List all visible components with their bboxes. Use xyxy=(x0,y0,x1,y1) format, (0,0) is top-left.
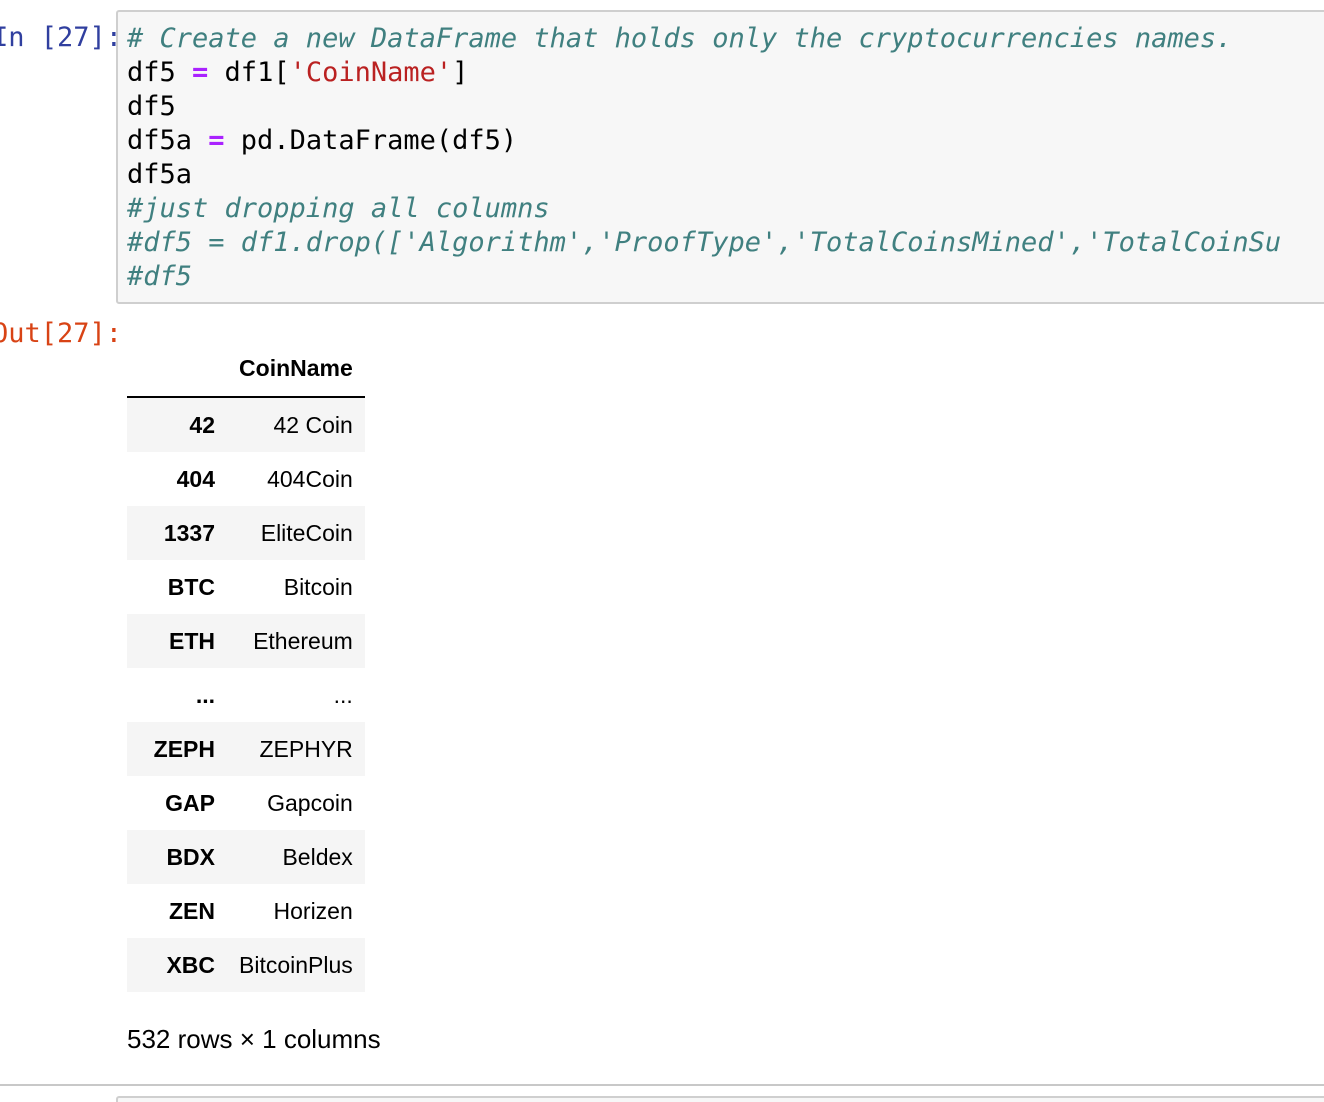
cell-coinname: Horizen xyxy=(273,897,353,924)
next-code-cell[interactable] xyxy=(116,1096,1324,1102)
table-row: 1337 EliteCoin xyxy=(127,506,365,560)
code-token: df5 xyxy=(127,57,193,88)
row-index: ETH xyxy=(169,627,215,654)
table-row: BDX Beldex xyxy=(127,830,365,884)
code-token: = xyxy=(192,57,209,88)
code-token: 'CoinName' xyxy=(289,57,453,88)
row-index: GAP xyxy=(165,789,215,816)
cell-divider xyxy=(0,1084,1324,1086)
row-index: ZEN xyxy=(169,897,215,924)
cell-coinname: EliteCoin xyxy=(260,519,353,546)
notebook-page: In [27]: # Create a new DataFrame that h… xyxy=(0,0,1324,1102)
row-index: ZEPH xyxy=(153,735,215,762)
table-row: ETH Ethereum xyxy=(127,614,365,668)
cell-coinname: Bitcoin xyxy=(283,573,353,600)
output-prompt: Out[27]: xyxy=(0,318,123,349)
code-line: df5 xyxy=(127,90,1281,124)
code-line: df5a xyxy=(127,158,1281,192)
dataframe-table: CoinName 42 42 Coin 404 404Coin 1337 EliteCoi… xyxy=(127,340,365,992)
dataframe-shape: 532 rows × 1 columns xyxy=(127,1024,381,1054)
code-token: pd.DataFrame(df5) xyxy=(224,125,518,156)
input-prompt: In [27]: xyxy=(0,22,123,53)
row-index: 42 xyxy=(189,411,215,438)
cell-coinname: ZEPHYR xyxy=(259,735,353,762)
row-index: 404 xyxy=(176,465,215,492)
code-line: df5 = df1['CoinName'] xyxy=(127,56,1281,90)
cell-coinname: Gapcoin xyxy=(267,789,353,816)
code-token: ] xyxy=(452,57,469,88)
code-token: df1[ xyxy=(208,57,290,88)
code-editor[interactable]: # Create a new DataFrame that holds only… xyxy=(127,22,1281,294)
cell-coinname: Beldex xyxy=(282,843,353,870)
row-index: BDX xyxy=(166,843,215,870)
table-row: GAP Gapcoin xyxy=(127,776,365,830)
code-token: #df5 = df1.drop(['Algorithm','ProofType'… xyxy=(127,227,1282,258)
code-token: df5a xyxy=(127,159,193,190)
column-header-coinname: CoinName xyxy=(227,340,365,398)
table-row: ...... xyxy=(127,668,365,722)
code-token: = xyxy=(208,125,225,156)
cell-coinname: BitcoinPlus xyxy=(239,951,353,978)
cell-coinname: 404Coin xyxy=(267,465,353,492)
row-index: ... xyxy=(195,681,215,708)
table-header-row: CoinName xyxy=(127,340,365,398)
table-row: 404 404Coin xyxy=(127,452,365,506)
cell-coinname: Ethereum xyxy=(253,627,353,654)
code-token: #just dropping all columns xyxy=(127,193,550,224)
code-token: df5 xyxy=(127,91,176,122)
code-token: # Create a new DataFrame that holds only… xyxy=(127,23,1233,54)
row-index: 1337 xyxy=(163,519,215,546)
table-body: 42 42 Coin 404 404Coin 1337 EliteCoin BTC Bitco… xyxy=(127,397,365,992)
table-row: BTC Bitcoin xyxy=(127,560,365,614)
row-index: BTC xyxy=(167,573,215,600)
cell-coinname: 42 Coin xyxy=(273,411,353,438)
code-token: #df5 xyxy=(127,261,193,292)
table-row: XBC BitcoinPlus xyxy=(127,938,365,992)
index-header xyxy=(127,340,227,398)
code-line: df5a = pd.DataFrame(df5) xyxy=(127,124,1281,158)
code-token: df5a xyxy=(127,125,209,156)
table-row: 42 42 Coin xyxy=(127,397,365,452)
table-row: ZEN Horizen xyxy=(127,884,365,938)
row-index: XBC xyxy=(166,951,215,978)
code-line: # Create a new DataFrame that holds only… xyxy=(127,22,1281,56)
code-line: #df5 xyxy=(127,260,1281,294)
table-row: ZEPH ZEPHYR xyxy=(127,722,365,776)
code-cell[interactable]: # Create a new DataFrame that holds only… xyxy=(116,10,1324,304)
cell-coinname: ... xyxy=(333,681,353,708)
code-line: #just dropping all columns xyxy=(127,192,1281,226)
code-line: #df5 = df1.drop(['Algorithm','ProofType'… xyxy=(127,226,1281,260)
